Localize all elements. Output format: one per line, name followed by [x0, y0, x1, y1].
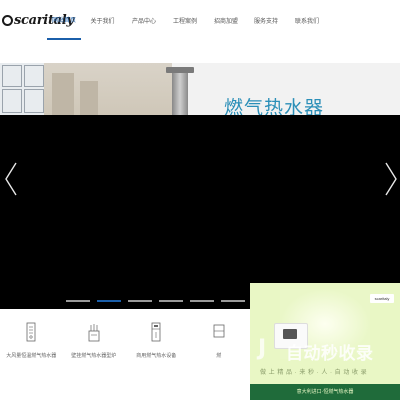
header: scaritaly 网站首页 关于我们 产品中心 工程案例 招商加盟 服务支持 …	[0, 0, 400, 40]
logo-mark-icon	[2, 14, 13, 26]
chevron-right-icon[interactable]	[384, 162, 398, 196]
nav-item-cases[interactable]: 工程案例	[164, 0, 206, 40]
chimney-illustration	[162, 67, 198, 115]
category-item[interactable]: 燃	[188, 320, 251, 370]
category-item[interactable]: 商用燃气热水设备	[125, 320, 188, 370]
nav-item-about[interactable]: 关于我们	[81, 0, 124, 40]
boiler-icon	[88, 322, 100, 342]
category-label: 壁挂燃气热水器型炉	[71, 353, 117, 359]
slider-dot-4[interactable]	[159, 300, 183, 302]
slider-dot-1[interactable]	[66, 300, 90, 302]
slider-dot-6[interactable]	[221, 300, 245, 302]
nav-item-home[interactable]: 网站首页	[47, 0, 81, 40]
watermark-logo-icon: J	[258, 336, 267, 361]
nav-item-support[interactable]: 服务支持	[246, 0, 286, 40]
nav-item-franchise[interactable]: 招商加盟	[206, 0, 246, 40]
slider-pagination	[66, 300, 252, 302]
commercial-heater-icon	[150, 322, 162, 342]
promo-caption: 意大利进口·恒燃气热水器	[250, 384, 400, 400]
nav-item-contact[interactable]: 联系我们	[286, 0, 328, 40]
slider-dot-2[interactable]	[97, 300, 121, 302]
banner-title: 燃气热水器	[224, 97, 325, 115]
category-item[interactable]: 大风量恒温燃气热水器	[0, 320, 63, 370]
promo-card[interactable]: scaritaly J 自动秒收录 做 上 精 品 · 来 秒 · 人 · 自 …	[250, 283, 400, 400]
category-row: 大风量恒温燃气热水器 壁挂燃气热水器型炉 商用燃气热水设备 燃	[0, 320, 250, 370]
promo-tagline: 做 上 精 品 · 来 秒 · 人 · 自 动 收 录	[260, 370, 368, 376]
chevron-left-icon[interactable]	[4, 162, 18, 196]
category-item[interactable]: 壁挂燃气热水器型炉	[63, 320, 126, 370]
watermark: J 自动秒收录	[258, 336, 398, 365]
building-illustration	[44, 63, 194, 115]
slider-dot-3[interactable]	[128, 300, 152, 302]
water-heater-icon	[25, 322, 37, 342]
window-icon	[213, 322, 225, 342]
promo-brand-logo: scaritaly	[370, 294, 394, 303]
category-label: 商用燃气热水设备	[136, 353, 177, 359]
window-illustration	[0, 63, 48, 115]
nav-item-products[interactable]: 产品中心	[124, 0, 164, 40]
category-label: 大风量恒温燃气热水器	[6, 353, 57, 359]
slider-dot-5[interactable]	[190, 300, 214, 302]
banner-image: 燃气热水器	[0, 63, 400, 115]
watermark-text: 自动秒收录	[286, 344, 374, 364]
main-nav: 网站首页 关于我们 产品中心 工程案例 招商加盟 服务支持 联系我们	[47, 0, 328, 40]
category-label: 燃	[216, 353, 222, 359]
hero-slider	[0, 115, 400, 309]
